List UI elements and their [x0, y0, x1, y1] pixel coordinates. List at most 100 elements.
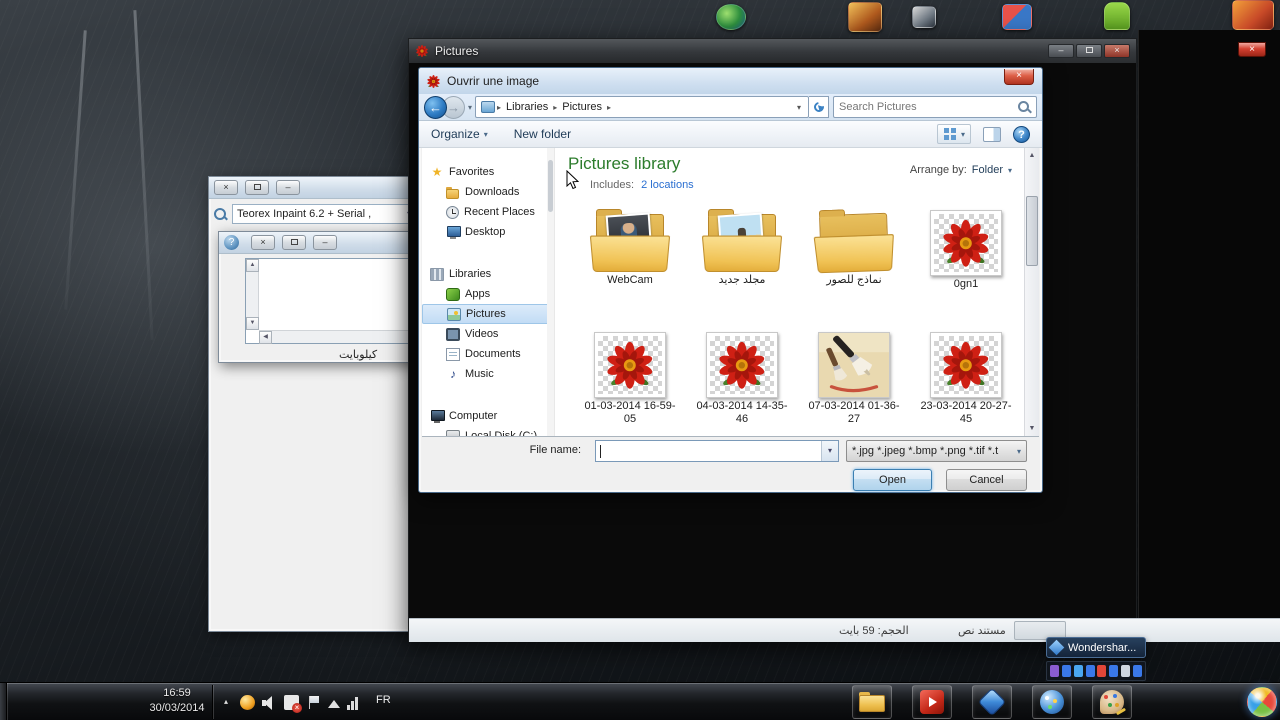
breadcrumb-pictures[interactable]: Pictures	[557, 101, 607, 113]
cancel-button[interactable]: Cancel	[946, 469, 1027, 491]
desktop-shortcut-android[interactable]	[1104, 2, 1130, 30]
network-icon[interactable]	[347, 695, 362, 710]
file-item-image[interactable]: 23-03-2014 20-27-45	[910, 322, 1022, 444]
scroll-up-button[interactable]: ▲	[1025, 148, 1039, 163]
scrollbar-thumb[interactable]	[548, 160, 553, 212]
recorder-button-4[interactable]	[1085, 665, 1095, 677]
taskbar-app-red-button[interactable]	[912, 685, 952, 719]
scroll-down-button[interactable]: ▼	[246, 317, 259, 330]
search-box[interactable]	[833, 96, 1037, 118]
close-button[interactable]: ×	[1104, 44, 1130, 58]
eject-icon[interactable]	[328, 694, 340, 708]
recent-pages-dropdown[interactable]: ▾	[468, 103, 472, 112]
close-button[interactable]: ×	[1004, 69, 1034, 85]
sidebar-group-computer[interactable]: Computer	[422, 406, 554, 426]
maximize-button[interactable]	[1076, 44, 1102, 58]
desktop-shortcut-game-4[interactable]	[1232, 0, 1274, 30]
help-button[interactable]: ?	[1013, 125, 1030, 143]
views-button[interactable]: ▾	[936, 124, 971, 144]
address-dropdown[interactable]: ▾	[797, 103, 805, 112]
file-item-image[interactable]: 04-03-2014 14-35-46	[686, 322, 798, 444]
taskbar-clock[interactable]: 16:59 30/03/2014	[146, 686, 208, 716]
minimize-button[interactable]: –	[313, 235, 337, 250]
organize-menu[interactable]: Organize ▾	[431, 127, 488, 141]
sidebar-group-favorites[interactable]: ★ Favorites	[422, 162, 554, 182]
sidebar-item-apps[interactable]: Apps	[422, 284, 554, 304]
recorder-button-7[interactable]	[1121, 665, 1131, 677]
list-box[interactable]: ▲ ▼ ◀	[245, 258, 415, 344]
inpaint-titlebar[interactable]: × –	[209, 177, 419, 199]
sidebar-item-documents[interactable]: Documents	[422, 344, 554, 364]
file-item-image[interactable]: 07-03-2014 01-36-27	[798, 322, 910, 444]
file-item-samples-folder[interactable]: نماذج للصور	[798, 200, 910, 322]
breadcrumb[interactable]: ▸ Libraries ▸ Pictures ▸ ▾	[475, 96, 810, 118]
sidebar-item-videos[interactable]: Videos	[422, 324, 554, 344]
sidebar-scrollbar[interactable]	[547, 148, 554, 436]
breadcrumb-libraries[interactable]: Libraries	[501, 101, 553, 113]
help-icon[interactable]: ?	[224, 235, 239, 250]
new-folder-button[interactable]: New folder	[514, 127, 571, 141]
search-input[interactable]	[834, 97, 1014, 117]
file-item-image[interactable]: 0gn1	[910, 200, 1022, 322]
sidebar-item-pictures[interactable]: Pictures	[422, 304, 549, 324]
sidebar-item-recent-places[interactable]: Recent Places	[422, 202, 554, 222]
file-type-dropdown[interactable]: *.jpg *.jpeg *.bmp *.png *.tif *.t ▾	[846, 440, 1027, 462]
desktop-shortcut-game-2[interactable]	[912, 6, 936, 28]
action-center-icon[interactable]	[284, 695, 302, 713]
sidebar-item-downloads[interactable]: Downloads	[422, 182, 554, 202]
scrollbar-thumb[interactable]	[1026, 196, 1038, 266]
pictures-titlebar[interactable]: Pictures – ×	[409, 39, 1136, 63]
vertical-scrollbar[interactable]: ▲ ▼	[246, 259, 259, 330]
recorder-button-5[interactable]	[1097, 665, 1107, 677]
taskbar-app-globe-button[interactable]	[1032, 685, 1072, 719]
maximize-button[interactable]	[282, 235, 306, 250]
maximize-button[interactable]	[245, 180, 269, 195]
recorder-button-6[interactable]	[1109, 665, 1119, 677]
show-desktop-button[interactable]	[0, 683, 7, 720]
sidebar-item-desktop[interactable]: Desktop	[422, 222, 554, 242]
open-button[interactable]: Open	[853, 469, 932, 491]
file-name-dropdown[interactable]: ▾	[821, 441, 838, 461]
sidebar-item-local-disk-c[interactable]: Local Disk (C:)	[422, 426, 554, 436]
file-item-new-folder[interactable]: مجلد جديد	[686, 200, 798, 322]
flag-icon[interactable]	[306, 695, 321, 710]
scrollbar[interactable]: ▲ ▼	[1024, 148, 1039, 436]
locations-link[interactable]: 2 locations	[641, 179, 694, 191]
recorder-tooltip[interactable]: Wondershar...	[1046, 637, 1146, 658]
refresh-button[interactable]	[809, 96, 830, 118]
back-button[interactable]: ←	[424, 95, 447, 119]
volume-icon[interactable]	[262, 695, 277, 710]
sidebar-group-libraries[interactable]: Libraries	[422, 264, 554, 284]
close-button[interactable]: ×	[251, 235, 275, 250]
taskbar-explorer-button[interactable]	[852, 685, 892, 719]
inpaint-dialog-titlebar[interactable]: ? × –	[219, 232, 419, 254]
minimize-button[interactable]: –	[1048, 44, 1074, 58]
recorder-button-2[interactable]	[1061, 665, 1071, 677]
dialog-titlebar[interactable]: Ouvrir une image ×	[419, 68, 1042, 94]
file-name-input[interactable]	[601, 441, 821, 461]
close-button[interactable]: ×	[214, 180, 238, 195]
scroll-down-button[interactable]: ▼	[1025, 421, 1039, 436]
minimize-button[interactable]: –	[276, 180, 300, 195]
close-button[interactable]: ×	[1238, 42, 1266, 57]
show-hidden-icons-button[interactable]: ▴	[218, 694, 234, 710]
recorder-button-8[interactable]	[1132, 665, 1142, 677]
recorder-button-1[interactable]	[1050, 665, 1059, 677]
desktop-shortcut-game-1[interactable]	[848, 2, 882, 32]
start-button[interactable]	[1247, 687, 1277, 717]
recorder-button-3[interactable]	[1073, 665, 1083, 677]
scroll-left-button[interactable]: ◀	[259, 331, 272, 344]
taskbar-app-palette-button[interactable]	[1092, 685, 1132, 719]
desktop-shortcut-globe[interactable]	[716, 4, 746, 30]
desktop-shortcut-game-3[interactable]	[1002, 4, 1032, 30]
language-indicator[interactable]: FR	[376, 694, 391, 706]
file-item-webcam[interactable]: WebCam	[574, 200, 686, 322]
scroll-up-button[interactable]: ▲	[246, 259, 259, 272]
sidebar-item-music[interactable]: ♪ Music	[422, 364, 554, 384]
horizontal-scrollbar[interactable]: ◀	[259, 330, 414, 344]
file-item-image[interactable]: 01-03-2014 16-59-05	[574, 322, 686, 444]
inpaint-search-field[interactable]: Teorex Inpaint 6.2 + Serial , ▾	[232, 204, 416, 224]
taskbar-app-gem-button[interactable]	[972, 685, 1012, 719]
arrange-by-control[interactable]: Arrange by: Folder ▾	[910, 164, 1012, 176]
tray-app-icon[interactable]	[240, 695, 255, 710]
